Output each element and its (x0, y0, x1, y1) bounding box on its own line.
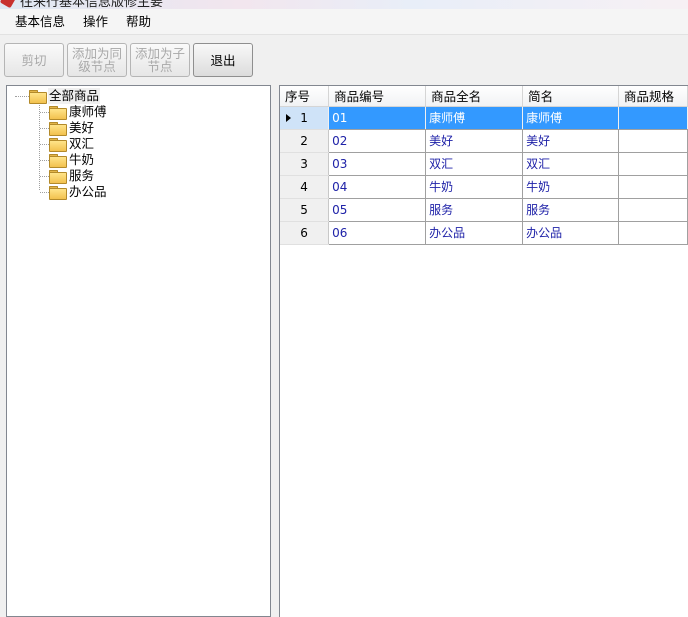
grid-header-row: 序号 商品编号 商品全名 简名 商品规格 (280, 86, 688, 107)
table-row[interactable]: 6 06 办公品 办公品 (280, 221, 688, 245)
row-number[interactable]: 2 (280, 129, 330, 153)
cell-spec[interactable] (618, 198, 688, 222)
cell-shortname[interactable]: 服务 (522, 198, 619, 222)
app-icon (0, 0, 17, 9)
tree-node-label: 办公品 (69, 184, 107, 199)
cell-spec[interactable] (618, 221, 688, 245)
menu-operation[interactable]: 操作 (74, 11, 117, 33)
row-number: 1 (300, 110, 308, 125)
cell-spec[interactable] (618, 106, 688, 130)
cell-spec[interactable] (618, 152, 688, 176)
cell-code[interactable]: 02 (328, 129, 427, 153)
cell-shortname[interactable]: 双汇 (522, 152, 619, 176)
tree-node-label: 牛奶 (69, 152, 95, 167)
toolbar: 剪切 添加为同级节点 添加为子节点 退出 (0, 36, 688, 84)
folder-icon (49, 186, 67, 200)
add-child-node-button[interactable]: 添加为子节点 (130, 43, 190, 77)
cell-spec[interactable] (618, 129, 688, 153)
cell-code[interactable]: 04 (328, 175, 427, 199)
tree-node-label: 双汇 (69, 136, 95, 151)
tree-node-label: 服务 (69, 168, 95, 183)
folder-icon (49, 106, 67, 120)
row-header-cell[interactable]: 1 (280, 106, 330, 130)
cell-spec[interactable] (618, 175, 688, 199)
tree-node-label: 康师傅 (69, 104, 107, 119)
row-number[interactable]: 5 (280, 198, 330, 222)
row-pointer-icon (286, 113, 291, 122)
cell-fullname[interactable]: 康师傅 (425, 106, 524, 130)
menu-help[interactable]: 帮助 (117, 11, 160, 33)
cell-fullname[interactable]: 双汇 (425, 152, 524, 176)
folder-icon (49, 154, 67, 168)
tree-node-meihao[interactable]: 美好 (49, 120, 95, 136)
tree-node-shuanghui[interactable]: 双汇 (49, 136, 95, 152)
tree-connector (40, 112, 49, 113)
tree-node-milk[interactable]: 牛奶 (49, 152, 95, 168)
folder-icon (29, 90, 47, 104)
category-tree[interactable]: 全部商品 康师傅 美好 双汇 牛奶 服务 办公品 (6, 85, 271, 617)
row-number[interactable]: 3 (280, 152, 330, 176)
folder-icon (49, 170, 67, 184)
cell-code[interactable]: 05 (328, 198, 427, 222)
title-bar: 往来行基本信息版修主要 (0, 0, 688, 9)
folder-icon (49, 138, 67, 152)
table-row[interactable]: 4 04 牛奶 牛奶 (280, 175, 688, 199)
tree-connector (15, 96, 29, 97)
column-header-spec[interactable]: 商品规格 (618, 86, 688, 107)
table-row[interactable]: 5 05 服务 服务 (280, 198, 688, 222)
exit-button[interactable]: 退出 (193, 43, 253, 77)
menu-basic-info[interactable]: 基本信息 (6, 11, 74, 33)
tree-node-office[interactable]: 办公品 (49, 184, 108, 200)
column-header-code[interactable]: 商品编号 (328, 86, 427, 107)
cell-shortname[interactable]: 康师傅 (522, 106, 619, 130)
folder-icon (49, 122, 67, 136)
product-grid[interactable]: 序号 商品编号 商品全名 简名 商品规格 1 01 康师傅 康师傅 2 02 美… (279, 85, 688, 617)
cell-shortname[interactable]: 办公品 (522, 221, 619, 245)
tree-node-kangshifu[interactable]: 康师傅 (49, 104, 108, 120)
row-number[interactable]: 6 (280, 221, 330, 245)
column-header-shortname[interactable]: 简名 (522, 86, 619, 107)
table-row[interactable]: 1 01 康师傅 康师傅 (280, 106, 688, 130)
menu-bar: 基本信息 操作 帮助 (0, 9, 688, 35)
cell-fullname[interactable]: 服务 (425, 198, 524, 222)
cell-fullname[interactable]: 美好 (425, 129, 524, 153)
tree-connector (40, 144, 49, 145)
cell-fullname[interactable]: 办公品 (425, 221, 524, 245)
cell-shortname[interactable]: 美好 (522, 129, 619, 153)
tree-connector (40, 160, 49, 161)
table-row[interactable]: 2 02 美好 美好 (280, 129, 688, 153)
tree-node-label: 美好 (69, 120, 95, 135)
tree-node-service[interactable]: 服务 (49, 168, 95, 184)
cell-code[interactable]: 06 (328, 221, 427, 245)
window-title: 往来行基本信息版修主要 (20, 0, 164, 9)
cell-fullname[interactable]: 牛奶 (425, 175, 524, 199)
cell-code[interactable]: 03 (328, 152, 427, 176)
cell-shortname[interactable]: 牛奶 (522, 175, 619, 199)
tree-node-label: 全部商品 (48, 88, 101, 104)
product-table: 序号 商品编号 商品全名 简名 商品规格 1 01 康师傅 康师傅 2 02 美… (280, 86, 688, 245)
add-sibling-node-button[interactable]: 添加为同级节点 (67, 43, 127, 77)
tree-connector (40, 176, 49, 177)
column-header-no[interactable]: 序号 (280, 86, 330, 107)
column-header-fullname[interactable]: 商品全名 (425, 86, 524, 107)
cut-button[interactable]: 剪切 (4, 43, 64, 77)
table-row[interactable]: 3 03 双汇 双汇 (280, 152, 688, 176)
row-number[interactable]: 4 (280, 175, 330, 199)
tree-connector (40, 128, 49, 129)
tree-connector (40, 192, 49, 193)
cell-code[interactable]: 01 (328, 106, 427, 130)
tree-node-root[interactable]: 全部商品 (29, 88, 101, 104)
